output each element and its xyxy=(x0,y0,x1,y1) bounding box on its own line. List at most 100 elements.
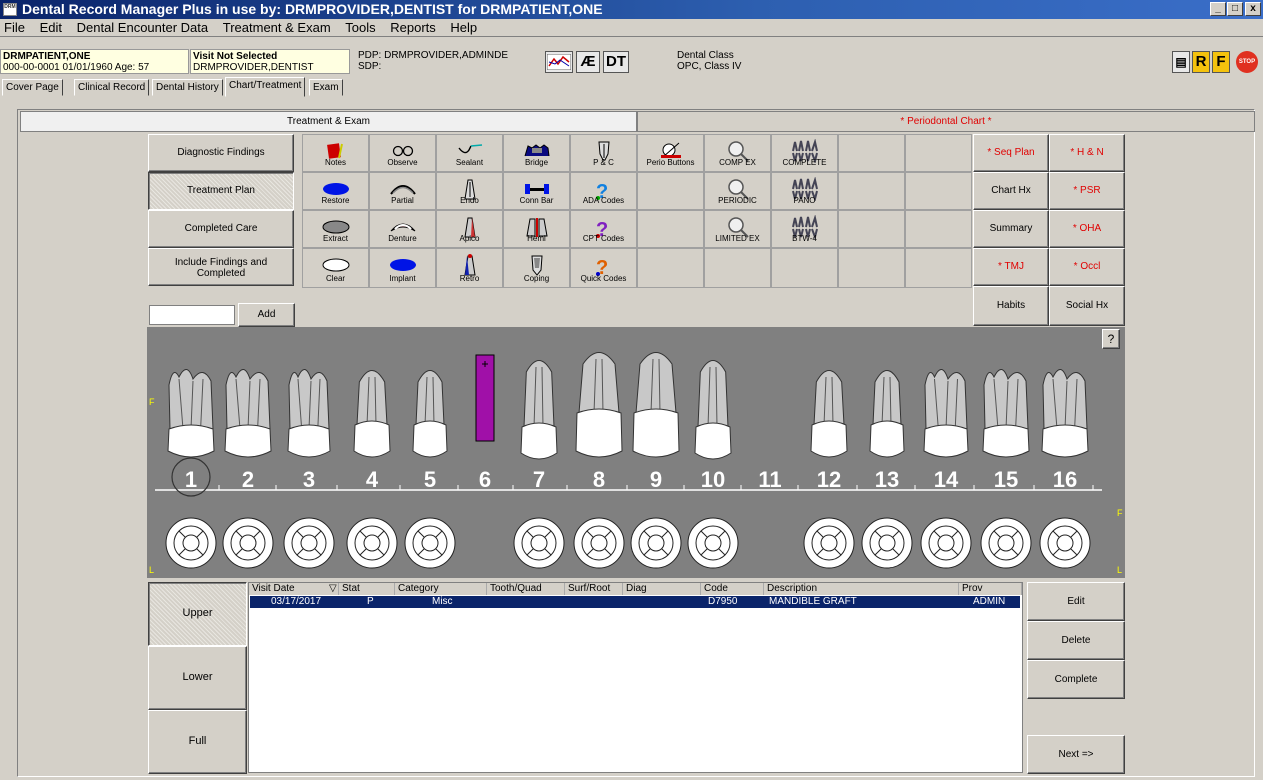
subtab-periodontal-chart[interactable]: * Periodontal Chart * xyxy=(637,111,1255,132)
provider-info[interactable]: PDP: DRMPROVIDER,ADMINDE SDP: xyxy=(356,49,536,74)
f-icon[interactable]: F xyxy=(1212,51,1230,73)
col-category[interactable]: Category xyxy=(395,583,487,595)
quick-codes-button[interactable]: ? Quick Codes xyxy=(570,248,637,288)
tab-chart-treatment[interactable]: Chart/Treatment xyxy=(225,77,306,97)
tooth-number-12[interactable]: 12 xyxy=(809,467,849,493)
full-arch-button[interactable]: Full xyxy=(148,710,247,774)
menu-file[interactable]: File xyxy=(4,20,25,35)
tooth-number-6[interactable]: 6 xyxy=(465,467,505,493)
visit-info[interactable]: Visit Not Selected DRMPROVIDER,DENTIST xyxy=(190,49,350,74)
include-findings-completed-button[interactable]: Include Findings and Completed xyxy=(148,248,294,286)
col-prov[interactable]: Prov xyxy=(959,583,1022,595)
col-tooth-quad[interactable]: Tooth/Quad xyxy=(487,583,565,595)
col-description[interactable]: Description xyxy=(764,583,959,595)
table-row[interactable]: 03/17/2017 P Misc D7950 MANDIBLE GRAFT A… xyxy=(250,596,1020,608)
key-icon[interactable]: ? xyxy=(1102,329,1120,349)
hn-button[interactable]: * H & N xyxy=(1049,134,1125,172)
partial-button[interactable]: Partial xyxy=(369,172,436,210)
periodic-button[interactable]: PERIODIC xyxy=(704,172,771,210)
tooth-number-4[interactable]: 4 xyxy=(352,467,392,493)
restore-button[interactable]: Restore xyxy=(302,172,369,210)
patient-info[interactable]: DRMPATIENT,ONE 000-00-0001 01/01/1960 Ag… xyxy=(0,49,189,74)
subtab-treatment-exam[interactable]: Treatment & Exam xyxy=(20,111,637,132)
seq-plan-button[interactable]: * Seq Plan xyxy=(973,134,1049,172)
col-visit-date[interactable]: Visit Date ▽ xyxy=(249,583,339,595)
tooth-10[interactable] xyxy=(687,360,742,569)
treatment-table[interactable]: Visit Date ▽ Stat Category Tooth/Quad Sur… xyxy=(248,582,1023,773)
pano-button[interactable]: PANO xyxy=(771,172,838,210)
tooth-number-8[interactable]: 8 xyxy=(579,467,619,493)
observe-button[interactable]: Observe xyxy=(369,134,436,172)
tooth-8[interactable] xyxy=(573,352,628,569)
conn-bar-button[interactable]: Conn Bar xyxy=(503,172,570,210)
tooth-number-3[interactable]: 3 xyxy=(289,467,329,493)
add-button[interactable]: Add xyxy=(238,303,295,327)
menu-dental-encounter-data[interactable]: Dental Encounter Data xyxy=(77,20,209,35)
lower-arch-button[interactable]: Lower xyxy=(148,646,247,710)
tab-cover-page[interactable]: Cover Page xyxy=(2,79,63,96)
tab-clinical-record[interactable]: Clinical Record xyxy=(74,79,150,96)
tooth-number-15[interactable]: 15 xyxy=(986,467,1026,493)
tab-dental-history[interactable]: Dental History xyxy=(152,79,223,96)
col-code[interactable]: Code xyxy=(701,583,764,595)
add-code-input[interactable] xyxy=(149,305,235,325)
dt-icon[interactable]: DT xyxy=(603,51,629,73)
notes-button[interactable]: Notes xyxy=(302,134,369,172)
upper-arch-button[interactable]: Upper xyxy=(148,582,247,646)
notes-doc-icon[interactable]: ▤ xyxy=(1172,51,1190,73)
col-diag[interactable]: Diag xyxy=(623,583,701,595)
bridge-button[interactable]: Bridge xyxy=(503,134,570,172)
delete-button[interactable]: Delete xyxy=(1027,621,1125,660)
tooth-number-14[interactable]: 14 xyxy=(926,467,966,493)
menu-treatment-exam[interactable]: Treatment & Exam xyxy=(223,20,331,35)
menu-edit[interactable]: Edit xyxy=(40,20,62,35)
tooth-number-16[interactable]: 16 xyxy=(1045,467,1085,493)
retro-button[interactable]: Retro xyxy=(436,248,503,288)
tooth-number-10[interactable]: 10 xyxy=(693,467,733,493)
sealant-button[interactable]: Sealant xyxy=(436,134,503,172)
extract-button[interactable]: Extract xyxy=(302,210,369,248)
close-button[interactable]: x xyxy=(1245,2,1261,16)
col-surf-root[interactable]: Surf/Root xyxy=(565,583,623,595)
summary-button[interactable]: Summary xyxy=(973,210,1049,248)
p-and-c-button[interactable]: P & C xyxy=(570,134,637,172)
tooth-number-1[interactable]: 1 xyxy=(171,467,211,493)
treatment-plan-button[interactable]: Treatment Plan xyxy=(148,172,294,210)
chart-hx-button[interactable]: Chart Hx xyxy=(973,172,1049,210)
apico-button[interactable]: Apico xyxy=(436,210,503,248)
complete-button[interactable]: COMPLETE xyxy=(771,134,838,172)
menu-help[interactable]: Help xyxy=(450,20,477,35)
tmj-button[interactable]: * TMJ xyxy=(973,248,1049,286)
oha-button[interactable]: * OHA xyxy=(1049,210,1125,248)
tooth-number-7[interactable]: 7 xyxy=(519,467,559,493)
next-button[interactable]: Next => xyxy=(1027,735,1125,774)
tooth-number-2[interactable]: 2 xyxy=(228,467,268,493)
complete-button[interactable]: Complete xyxy=(1027,660,1125,699)
occl-button[interactable]: * Occl xyxy=(1049,248,1125,286)
perio-buttons-button[interactable]: Perio Buttons xyxy=(637,134,704,172)
tooth-number-5[interactable]: 5 xyxy=(410,467,450,493)
coping-button[interactable]: Coping xyxy=(503,248,570,288)
habits-button[interactable]: Habits xyxy=(973,286,1049,326)
ada-codes-button[interactable]: ? ADA Codes xyxy=(570,172,637,210)
implant-button[interactable]: Implant xyxy=(369,248,436,288)
tab-exam[interactable]: Exam xyxy=(309,79,343,96)
tooth-number-9[interactable]: 9 xyxy=(636,467,676,493)
comp-ex-button[interactable]: COMP EX xyxy=(704,134,771,172)
tooth-number-13[interactable]: 13 xyxy=(867,467,907,493)
col-stat[interactable]: Stat xyxy=(339,583,395,595)
btw-4-button[interactable]: BTW-4 xyxy=(771,210,838,248)
diagnostic-findings-button[interactable]: Diagnostic Findings xyxy=(148,134,294,172)
menu-reports[interactable]: Reports xyxy=(390,20,436,35)
endo-button[interactable]: Endo xyxy=(436,172,503,210)
chart-icon[interactable] xyxy=(545,51,573,73)
cpt-codes-button[interactable]: ? CPT Codes xyxy=(570,210,637,248)
minimize-button[interactable]: _ xyxy=(1210,2,1226,16)
limited-ex-button[interactable]: LIMITED EX xyxy=(704,210,771,248)
tooth-number-11[interactable]: 11 xyxy=(750,467,790,493)
clear-button[interactable]: Clear xyxy=(302,248,369,288)
psr-button[interactable]: * PSR xyxy=(1049,172,1125,210)
tooth-9[interactable] xyxy=(630,352,685,569)
completed-care-button[interactable]: Completed Care xyxy=(148,210,294,248)
tooth-7[interactable] xyxy=(513,360,568,569)
